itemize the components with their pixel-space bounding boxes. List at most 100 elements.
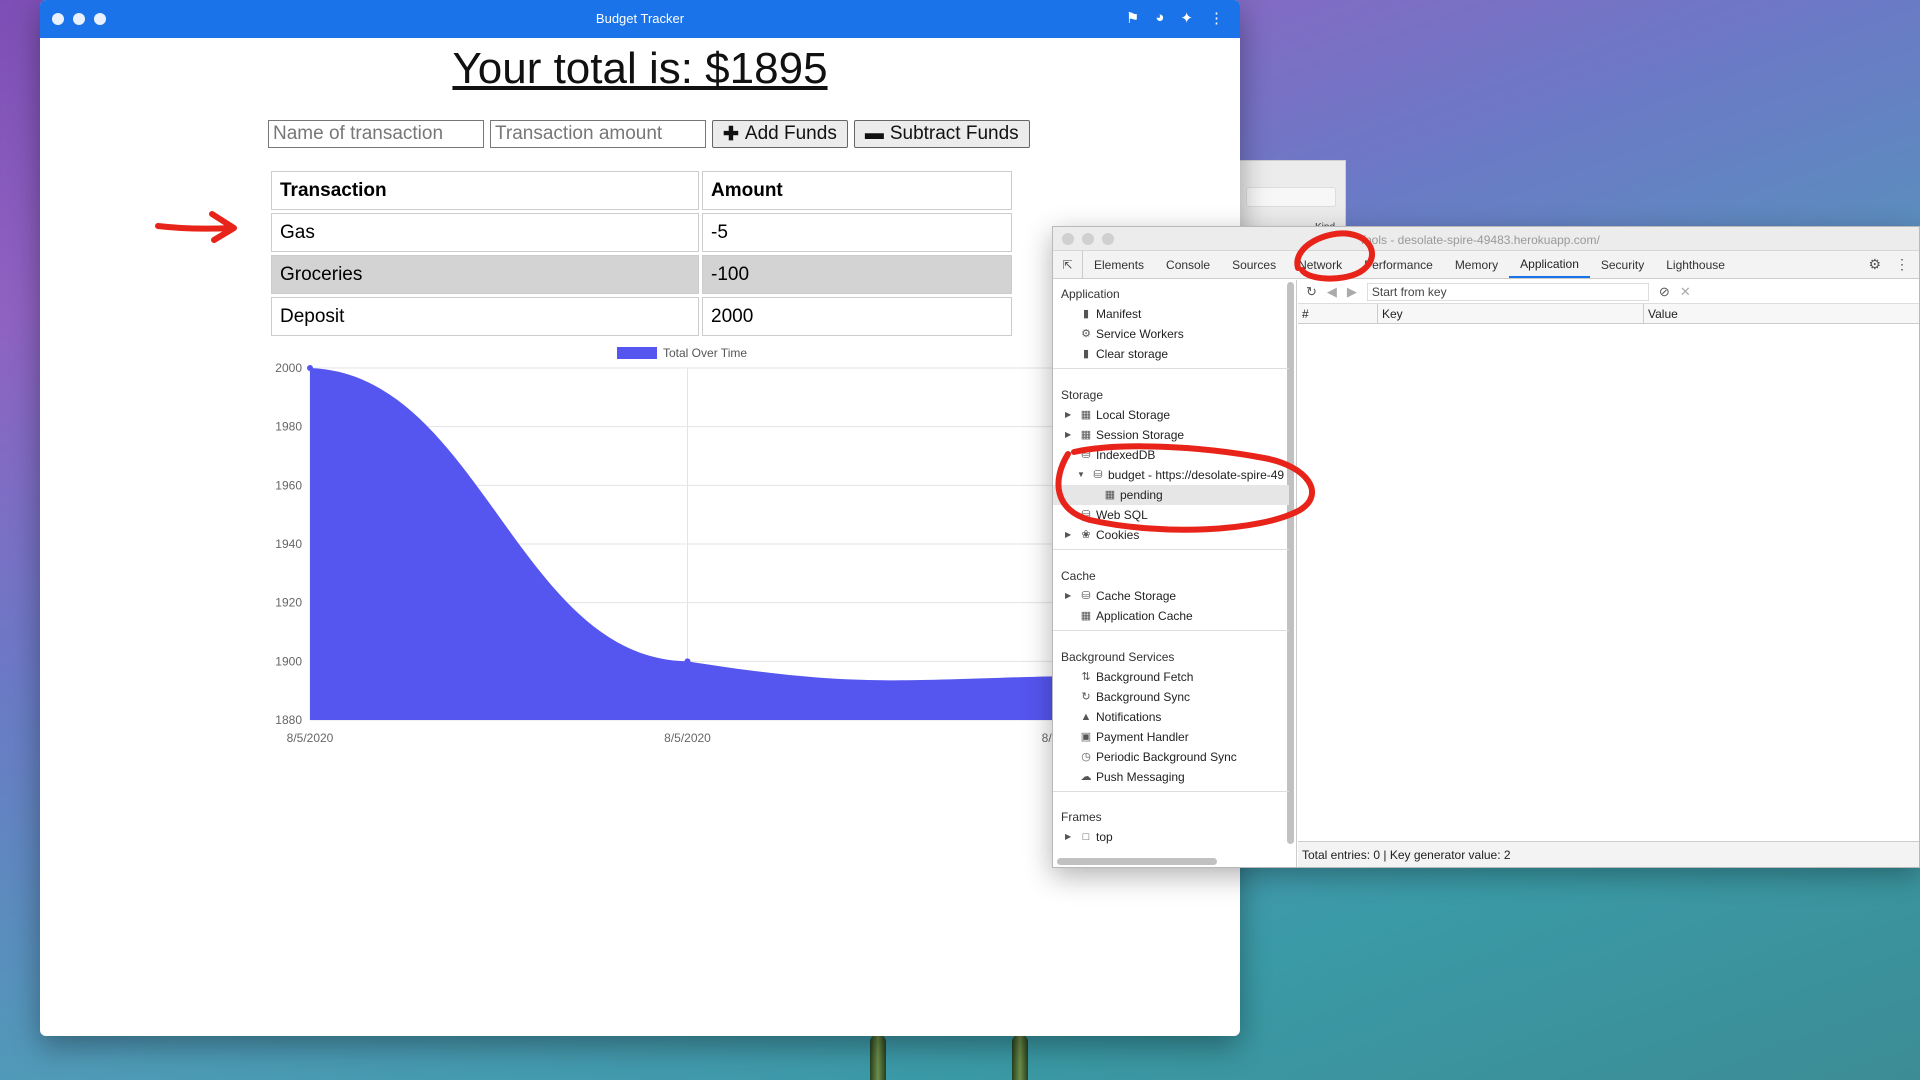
data-point [307,365,313,371]
inspect-element-icon[interactable]: ⇱ [1053,251,1083,278]
sidebar-item-label: Application Cache [1096,609,1193,623]
grid-icon: ▦ [1104,489,1116,501]
minimize-window-button[interactable] [1082,233,1094,245]
tab-memory[interactable]: Memory [1444,251,1509,278]
sidebar-item-application-cache[interactable]: ▦ Application Cache [1053,606,1289,626]
store-toolbar: ↻ ◀ ▶ ⊘ ✕ [1298,280,1919,304]
sidebar-item-background-fetch[interactable]: ⇅ Background Fetch [1053,667,1289,687]
delete-selected-icon[interactable]: ✕ [1680,284,1691,300]
sidebar-item-service-workers[interactable]: ⚙ Service Workers [1053,324,1289,344]
subtract-funds-button[interactable]: ▬ Subtract Funds [853,120,1030,148]
sidebar-item-session-storage[interactable]: ▶ ▦ Session Storage [1053,425,1289,445]
collapse-triangle-icon[interactable]: ▼ [1065,445,1073,465]
section-header-frames: Frames [1061,810,1102,824]
maximize-window-button[interactable] [1102,233,1114,245]
sidebar-item-label: Local Storage [1096,408,1171,422]
transaction-name-input[interactable] [268,120,484,148]
clock-icon: ◷ [1081,751,1091,763]
refresh-icon[interactable]: ↻ [1306,284,1317,300]
section-header-background-services: Background Services [1061,650,1175,664]
account-icon[interactable]: ◕ [1155,9,1164,27]
total-over-time-chart: Total Over Time 2000 1980 1960 1940 1920 1900 1… [275,346,1088,745]
y-tick-label: 1940 [275,537,302,551]
add-funds-label: Add Funds [744,123,837,144]
clear-store-icon[interactable]: ⊘ [1659,284,1670,300]
divider [1053,630,1289,631]
previous-page-icon[interactable]: ◀ [1327,284,1337,300]
extensions-puzzle-icon[interactable]: ✦ [1180,9,1193,27]
sidebar-item-cookies[interactable]: ▶ ❀ Cookies [1053,525,1289,545]
devtools-title: Tools - desolate-spire-49483.herokuapp.c… [1359,233,1600,247]
sidebar-item-label: Push Messaging [1096,770,1185,784]
y-tick-label: 1920 [275,596,302,610]
application-sidebar: Application ▮ Manifest ⚙ Service Workers ▮… [1053,280,1297,867]
expand-triangle-icon[interactable]: ▶ [1065,425,1071,445]
next-page-icon[interactable]: ▶ [1347,284,1357,300]
add-funds-button[interactable]: ✚ Add Funds [712,120,848,148]
sidebar-item-local-storage[interactable]: ▶ ▦ Local Storage [1053,405,1289,425]
sidebar-item-notifications[interactable]: ▲ Notifications [1053,707,1289,727]
cast-icon[interactable]: ⚑ [1126,9,1139,27]
database-icon: ⛁ [1081,590,1091,602]
tab-lighthouse[interactable]: Lighthouse [1655,251,1736,278]
subtract-funds-label: Subtract Funds [889,123,1019,144]
tab-elements[interactable]: Elements [1083,251,1155,278]
divider [1053,791,1289,792]
sidebar-item-web-sql[interactable]: ⛁ Web SQL [1053,505,1289,525]
expand-triangle-icon[interactable]: ▶ [1065,405,1071,425]
tab-console[interactable]: Console [1155,251,1221,278]
tab-security[interactable]: Security [1590,251,1655,278]
expand-triangle-icon[interactable]: ▶ [1065,525,1071,545]
sidebar-item-clear-storage[interactable]: ▮ Clear storage [1053,344,1289,364]
sidebar-item-manifest[interactable]: ▮ Manifest [1053,304,1289,324]
sidebar-item-frame-top[interactable]: ▶ □ top [1053,827,1289,847]
table-header-row: Transaction Amount [271,171,1012,210]
sidebar-item-pending-store[interactable]: ▦ pending [1053,485,1289,505]
sidebar-item-budget-db[interactable]: ▼ ⛁ budget - https://desolate-spire-49 [1053,465,1289,485]
column-header-key[interactable]: Key [1378,304,1644,323]
sidebar-item-label: Web SQL [1096,508,1148,522]
devtools-more-icon[interactable]: ⋮ [1895,256,1909,273]
sidebar-item-background-sync[interactable]: ↻ Background Sync [1053,687,1289,707]
sidebar-item-label: pending [1120,488,1163,502]
expand-triangle-icon[interactable]: ▶ [1065,586,1071,606]
y-tick-label: 1960 [275,478,302,492]
sidebar-horizontal-scrollbar[interactable] [1057,858,1217,865]
tab-performance[interactable]: Performance [1353,251,1444,278]
tab-network[interactable]: Network [1287,251,1353,278]
collapse-triangle-icon[interactable]: ▼ [1077,465,1085,485]
divider [1053,549,1289,550]
sidebar-item-label: budget - https://desolate-spire-49 [1108,468,1285,482]
tab-sources[interactable]: Sources [1221,251,1287,278]
transactions-table: Transaction Amount Gas -5 Groceries -100… [268,168,1015,339]
sidebar-item-periodic-background-sync[interactable]: ◷ Periodic Background Sync [1053,747,1289,767]
divider [1053,368,1289,369]
sidebar-item-label: Session Storage [1096,428,1185,442]
tab-application[interactable]: Application [1509,251,1590,278]
browser-toolbar-icons: ⚑ ◕ ✦ ⋮ [1126,9,1224,27]
sidebar-item-label: Service Workers [1096,327,1184,341]
background-window: Kind [1240,160,1346,233]
transaction-amount-cell: -5 [702,213,1012,252]
transaction-amount-input[interactable] [490,120,706,148]
close-window-button[interactable] [1062,233,1074,245]
expand-triangle-icon[interactable]: ▶ [1065,827,1071,847]
sidebar-item-cache-storage[interactable]: ▶ ⛁ Cache Storage [1053,586,1289,606]
plant-stem [1012,1034,1028,1080]
settings-gear-icon[interactable]: ⚙ [1868,256,1881,273]
y-tick-label: 2000 [275,361,302,375]
grid-icon: ▦ [1080,429,1092,441]
more-menu-icon[interactable]: ⋮ [1209,9,1224,27]
sidebar-item-indexeddb[interactable]: ▼ ⛁ IndexedDB [1053,445,1289,465]
legend-swatch [617,347,657,359]
cache-section: Cache ▶ ⛁ Cache Storage ▦ Application Cache [1053,566,1289,635]
section-header-storage: Storage [1061,388,1104,402]
sidebar-item-push-messaging[interactable]: ☁ Push Messaging [1053,767,1289,787]
start-from-key-input[interactable] [1366,282,1649,301]
sidebar-item-payment-handler[interactable]: ▣ Payment Handler [1053,727,1289,747]
minus-icon: ▬ [864,123,884,144]
cookie-icon: ❀ [1081,529,1091,541]
column-header-index[interactable]: # [1298,304,1378,323]
column-header-value[interactable]: Value [1644,304,1919,323]
transaction-amount-cell: 2000 [702,297,1012,336]
